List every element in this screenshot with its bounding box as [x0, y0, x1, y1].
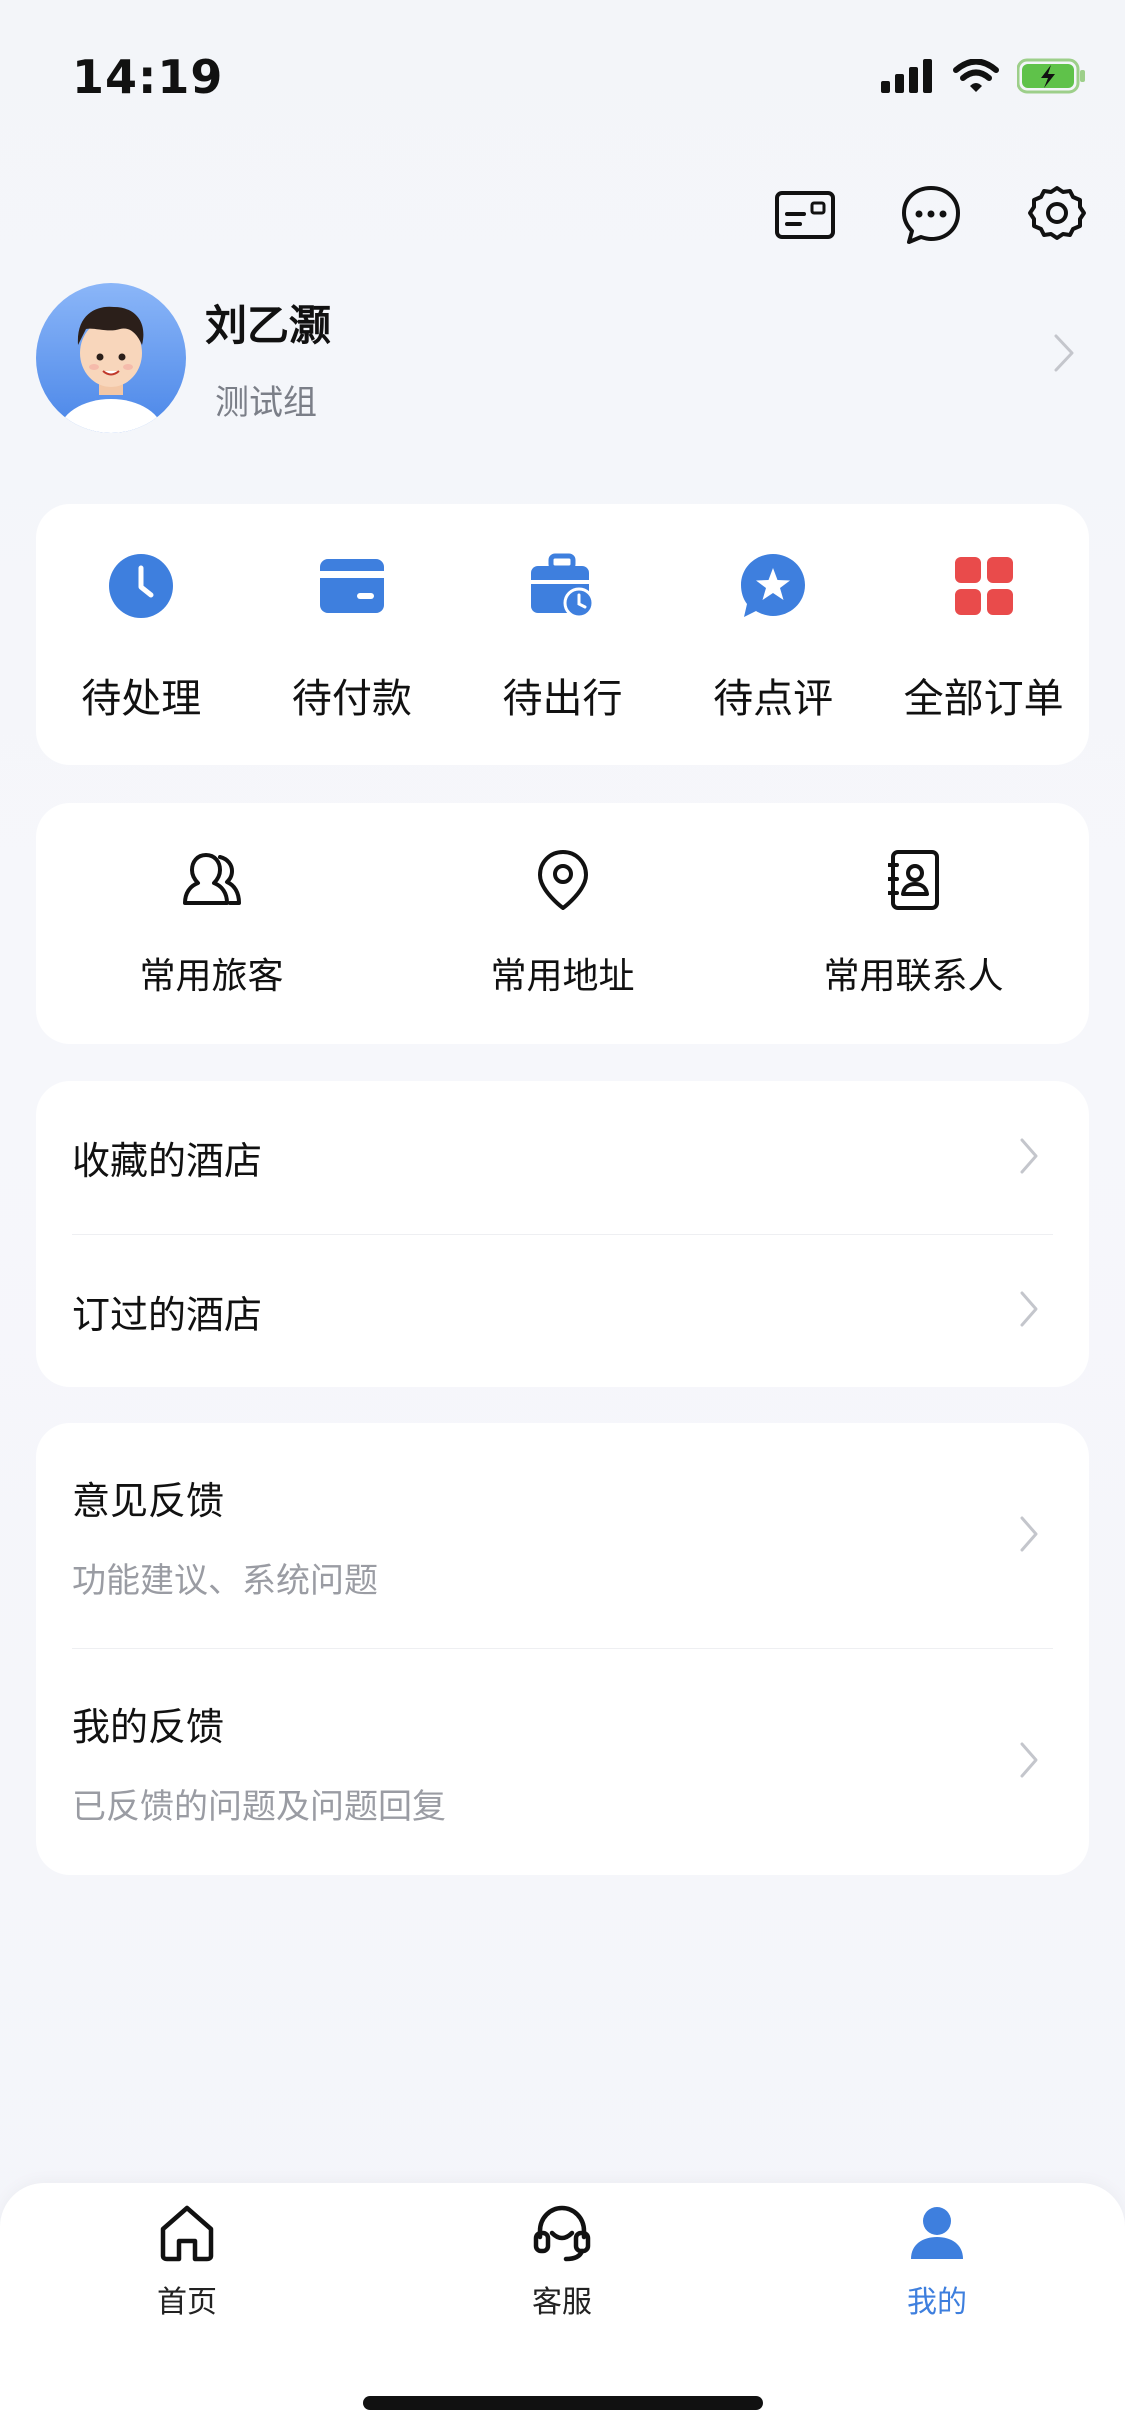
hotels-card: 收藏的酒店 订过的酒店 [36, 1081, 1089, 1387]
clock-icon [105, 550, 177, 622]
order-all[interactable]: 全部订单 [878, 504, 1089, 765]
profile-group: 测试组 [215, 383, 317, 423]
common-addresses[interactable]: 常用地址 [387, 803, 738, 1044]
home-indicator [363, 2396, 763, 2410]
tab-home[interactable]: 首页 [87, 2203, 287, 2321]
booked-hotels-row[interactable]: 订过的酒店 [72, 1234, 1053, 1387]
suitcase-icon [526, 550, 598, 622]
user-icon [907, 2203, 967, 2267]
settings-icon[interactable] [1022, 180, 1092, 250]
star-badge-icon [737, 550, 809, 622]
order-to-review[interactable]: 待点评 [668, 504, 879, 765]
chevron-right-icon [1019, 1515, 1039, 1557]
order-unpaid[interactable]: 待付款 [247, 504, 458, 765]
tab-mine[interactable]: 我的 [837, 2203, 1037, 2321]
card-icon[interactable] [770, 180, 840, 250]
contact-book-icon [881, 847, 947, 913]
card-payment-icon [316, 550, 388, 622]
status-time: 14:19 [72, 50, 224, 104]
headset-icon [532, 2203, 592, 2267]
traveler-icon [179, 847, 245, 913]
favorite-hotels-row[interactable]: 收藏的酒店 [72, 1081, 1053, 1234]
status-icons [881, 58, 1087, 98]
profile-chevron-icon[interactable] [1053, 333, 1075, 377]
grid-icon [948, 550, 1020, 622]
feedback-card: 意见反馈 功能建议、系统问题 我的反馈 已反馈的问题及问题回复 [36, 1423, 1089, 1875]
common-contacts[interactable]: 常用联系人 [738, 803, 1089, 1044]
order-pending[interactable]: 待处理 [36, 504, 247, 765]
battery-icon [1016, 58, 1087, 98]
common-travelers[interactable]: 常用旅客 [36, 803, 387, 1044]
chevron-right-icon [1019, 1741, 1039, 1783]
order-upcoming-trip[interactable]: 待出行 [457, 504, 668, 765]
location-pin-icon [530, 847, 596, 913]
feedback-row[interactable]: 意见反馈 功能建议、系统问题 [72, 1423, 1053, 1648]
my-feedback-row[interactable]: 我的反馈 已反馈的问题及问题回复 [72, 1648, 1053, 1875]
signal-icon [881, 59, 935, 97]
chevron-right-icon [1019, 1137, 1039, 1179]
home-icon [157, 2203, 217, 2267]
chat-icon[interactable] [896, 180, 966, 250]
wifi-icon [953, 58, 999, 97]
profile-name: 刘乙灏 [205, 301, 332, 350]
common-info-card: 常用旅客 常用地址 常用联系人 [36, 803, 1089, 1044]
orders-card: 待处理 待付款 待出行 待点评 全部订单 [36, 504, 1089, 765]
avatar[interactable] [36, 283, 186, 433]
tab-customer-service[interactable]: 客服 [462, 2203, 662, 2321]
chevron-right-icon [1019, 1290, 1039, 1332]
